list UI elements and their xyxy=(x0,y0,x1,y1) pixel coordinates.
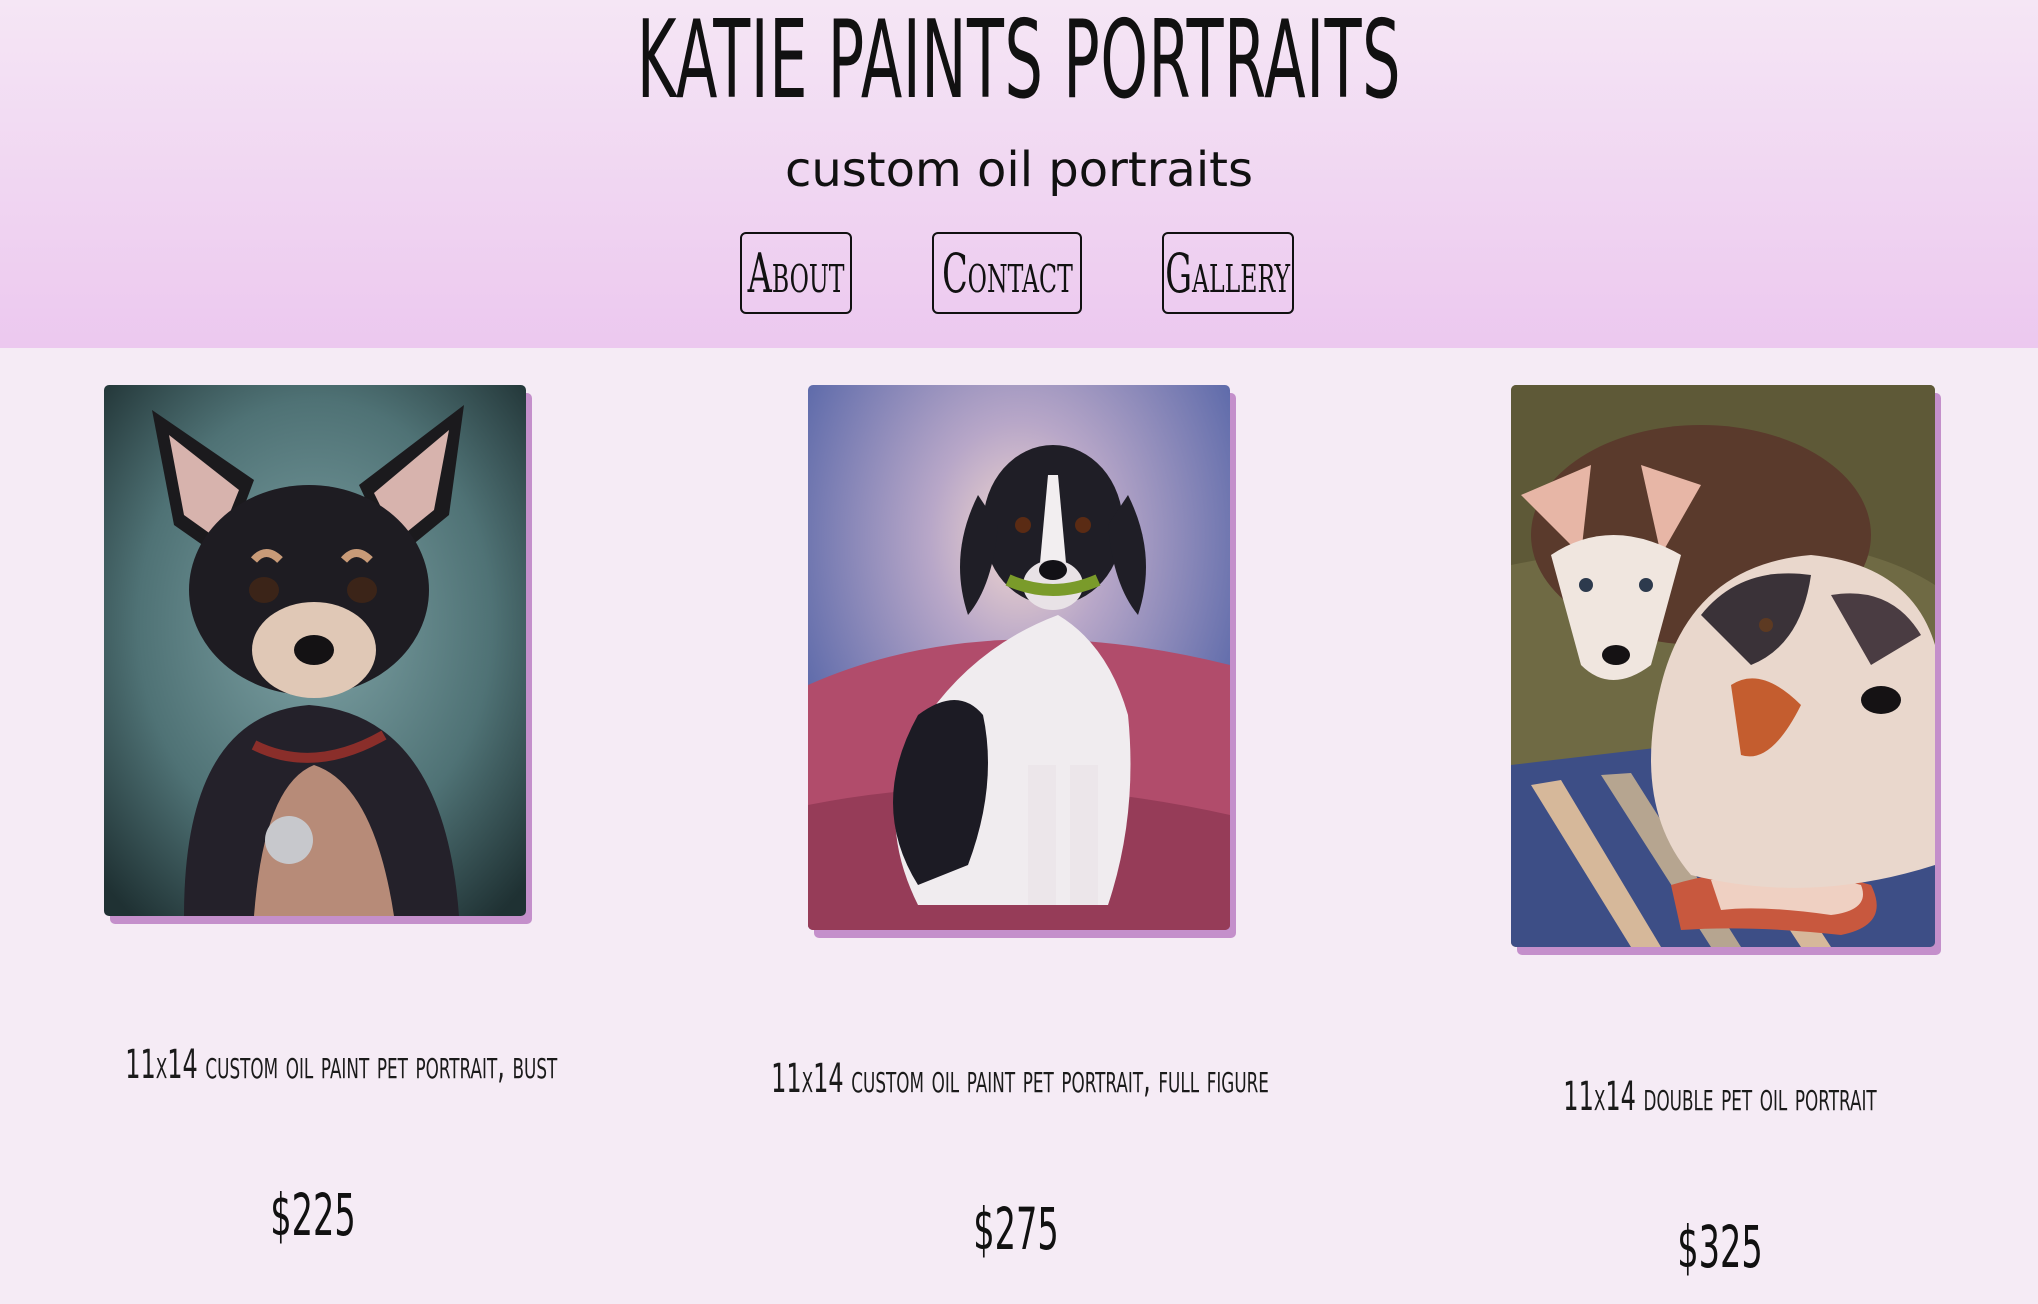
product-image-beagle[interactable] xyxy=(808,385,1230,930)
site-title: KATIE PAINTS PORTRAITS xyxy=(636,0,1402,123)
product-image-chihuahua[interactable] xyxy=(104,385,526,916)
nav-gallery-label: Gallery xyxy=(1165,241,1291,305)
nav-about-button[interactable]: About xyxy=(740,232,852,314)
product-image-two-dogs[interactable] xyxy=(1511,385,1935,947)
product-price: $225 xyxy=(270,1181,356,1249)
product-price: $275 xyxy=(973,1195,1059,1263)
chihuahua-painting xyxy=(104,385,526,916)
nav-about-label: About xyxy=(747,241,845,305)
product-price: $325 xyxy=(1677,1213,1763,1281)
site-header: KATIE PAINTS PORTRAITS custom oil portra… xyxy=(0,0,2038,348)
product-title[interactable]: 11x14 custom oil paint pet portrait, ful… xyxy=(756,1054,1284,1104)
nav-contact-button[interactable]: Contact xyxy=(932,232,1082,314)
product-title[interactable]: 11x14 custom oil paint pet portrait, bus… xyxy=(125,1040,557,1090)
two-dogs-painting xyxy=(1511,385,1935,947)
nav-contact-label: Contact xyxy=(941,241,1073,305)
product-title[interactable]: 11x14 double pet oil portrait xyxy=(1516,1072,1924,1122)
site-subtitle: custom oil portraits xyxy=(784,142,1254,198)
nav-gallery-button[interactable]: Gallery xyxy=(1162,232,1294,314)
beagle-painting xyxy=(808,385,1230,930)
